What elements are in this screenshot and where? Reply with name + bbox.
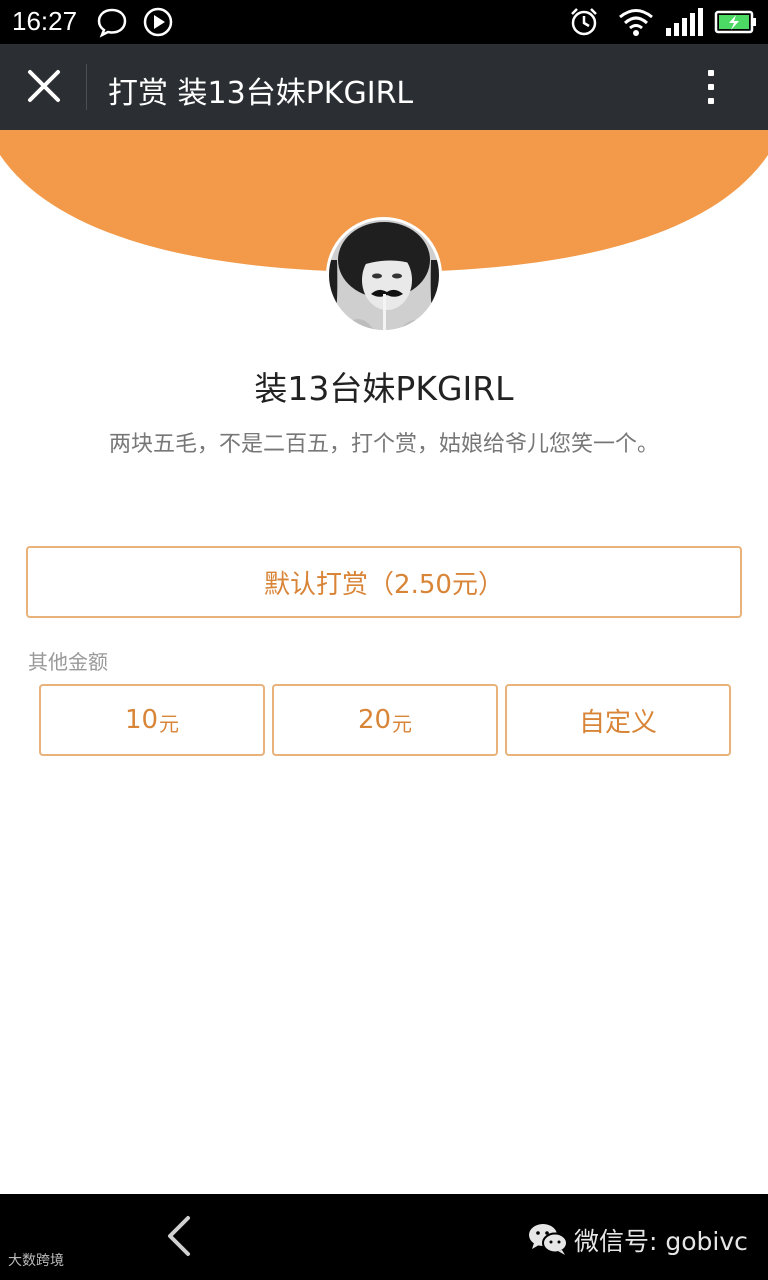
- watermark-text: 大数跨境: [8, 1253, 64, 1269]
- avatar: [326, 217, 442, 333]
- status-bar: 16:27: [0, 0, 768, 44]
- more-vertical-icon[interactable]: [696, 64, 726, 110]
- amount-unit: 元: [392, 711, 413, 736]
- back-icon[interactable]: [160, 1214, 200, 1258]
- battery-charging-icon: [714, 10, 756, 34]
- bottom-bar: 大数跨境 微信号: gobivc: [0, 1194, 768, 1280]
- amount-value: 20: [357, 705, 392, 735]
- title-divider: [86, 64, 87, 110]
- profile-name: 装13台妹PKGIRL: [254, 369, 514, 408]
- amount-value: 自定义: [578, 707, 657, 738]
- amount-10-button[interactable]: 10 元: [39, 684, 265, 756]
- amount-value: 10: [124, 705, 159, 735]
- wifi-icon: [619, 9, 653, 36]
- signal-icon: [666, 8, 703, 36]
- custom-amount-button[interactable]: 自定义: [505, 684, 731, 756]
- amount-20-button[interactable]: 20 元: [272, 684, 498, 756]
- wechat-id-text: 微信号: gobivc: [574, 1227, 748, 1256]
- title-bar: 打赏 装13台妹PKGIRL: [0, 44, 768, 130]
- other-amount-label: 其他金额: [28, 650, 108, 674]
- alarm-icon: [571, 8, 597, 36]
- amount-unit: 元: [159, 711, 180, 736]
- wechat-icon: [529, 1224, 568, 1255]
- default-reward-button[interactable]: 默认打赏（2.50元）: [26, 546, 742, 618]
- media-play-icon: [143, 7, 173, 37]
- close-icon[interactable]: [22, 64, 66, 108]
- profile-description: 两块五毛，不是二百五，打个赏，姑娘给爷儿您笑一个。: [108, 432, 659, 457]
- status-time: 16:27: [12, 6, 78, 36]
- chat-bubble-icon: [97, 8, 127, 38]
- page-title: 打赏 装13台妹PKGIRL: [108, 76, 414, 111]
